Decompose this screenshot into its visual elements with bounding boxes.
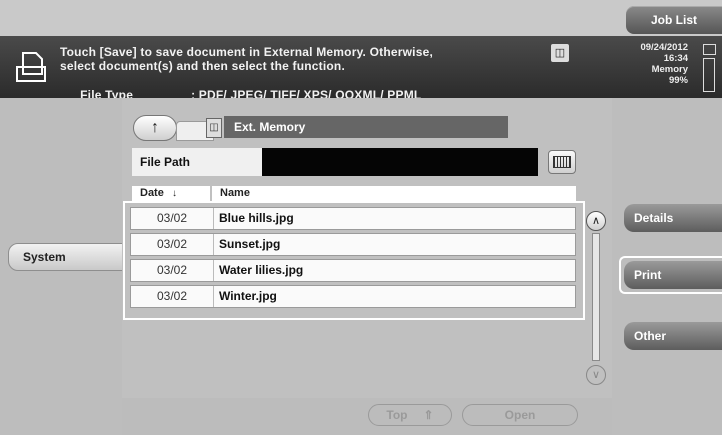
memory-value: 99%: [668, 75, 688, 86]
row-name: Sunset.jpg: [219, 237, 281, 251]
sort-descending-icon: ↓: [172, 188, 177, 199]
row-name: Winter.jpg: [219, 289, 277, 303]
file-path-field[interactable]: [262, 148, 538, 176]
table-row[interactable]: 03/02 Water lilies.jpg: [130, 259, 576, 282]
job-list-button[interactable]: Job List: [626, 6, 722, 34]
details-button[interactable]: Details: [624, 204, 722, 232]
file-path-label: File Path: [132, 148, 262, 176]
memory-gauge: [703, 58, 715, 92]
up-arrow-icon: ↑: [151, 119, 159, 136]
scrollbar-track[interactable]: [592, 233, 600, 361]
message-bar: Touch [Save] to save document in Externa…: [0, 36, 722, 102]
open-button[interactable]: Open: [462, 404, 578, 426]
date-text: 09/24/2012: [640, 42, 688, 53]
top-strip: [0, 0, 722, 36]
document-icon: [14, 50, 48, 84]
top-button[interactable]: Top ⇑: [368, 404, 452, 426]
double-up-arrow-icon: ⇑: [423, 408, 434, 422]
table-row[interactable]: 03/02 Blue hills.jpg: [130, 207, 576, 230]
row-name: Blue hills.jpg: [219, 211, 294, 225]
location-bar: Ext. Memory: [224, 116, 508, 138]
top-label: Top: [386, 408, 408, 422]
scroll-up-button[interactable]: ∧: [586, 211, 606, 231]
column-header-name[interactable]: Name: [212, 186, 576, 201]
row-date: 03/02: [131, 286, 214, 307]
file-list: 03/02 Blue hills.jpg 03/02 Sunset.jpg 03…: [130, 207, 578, 311]
table-row[interactable]: 03/02 Sunset.jpg: [130, 233, 576, 256]
keyboard-icon: [553, 156, 571, 168]
up-folder-button[interactable]: ↑: [133, 115, 177, 141]
row-date: 03/02: [131, 260, 214, 281]
column-header-date[interactable]: Date: [132, 186, 210, 201]
row-date: 03/02: [131, 234, 214, 255]
message-line-2: select document(s) and then select the f…: [60, 59, 345, 73]
status-panel: 09/24/2012 16:34 Memory 99%: [630, 42, 688, 86]
usb-memory-icon: ◫: [551, 44, 569, 62]
keyboard-button[interactable]: [548, 150, 576, 174]
usb-memory-icon: ◫: [206, 118, 222, 138]
row-name: Water lilies.jpg: [219, 263, 304, 277]
memory-label: Memory: [651, 64, 688, 75]
row-date: 03/02: [131, 208, 214, 229]
message-line-1: Touch [Save] to save document in Externa…: [60, 45, 433, 59]
scroll-down-button[interactable]: ∨: [586, 365, 606, 385]
memory-icon: [703, 44, 716, 55]
table-row[interactable]: 03/02 Winter.jpg: [130, 285, 576, 308]
print-button[interactable]: Print: [624, 261, 722, 289]
other-button[interactable]: Other: [624, 322, 722, 350]
time-text: 16:34: [663, 53, 688, 64]
system-button[interactable]: System: [8, 243, 124, 271]
